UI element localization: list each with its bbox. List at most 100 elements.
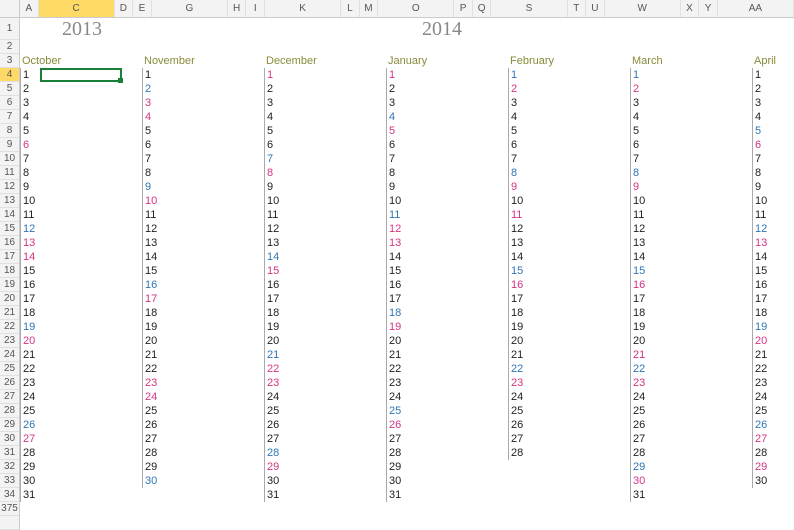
day-cell[interactable]: 16 <box>20 278 40 292</box>
row-header[interactable]: 29 <box>0 418 19 432</box>
day-cell[interactable]: 22 <box>142 362 162 376</box>
day-cell[interactable]: 25 <box>508 404 528 418</box>
day-cell[interactable]: 2 <box>752 82 772 96</box>
day-cell[interactable]: 10 <box>752 194 772 208</box>
day-cell[interactable]: 26 <box>630 418 650 432</box>
day-cell[interactable]: 19 <box>630 320 650 334</box>
column-header[interactable]: G <box>152 0 228 17</box>
day-cell[interactable]: 23 <box>20 376 40 390</box>
day-cell[interactable]: 16 <box>264 278 284 292</box>
day-cell[interactable]: 24 <box>752 390 772 404</box>
row-header[interactable]: 34 <box>0 488 19 502</box>
day-cell[interactable]: 19 <box>386 320 406 334</box>
row-header[interactable]: 19 <box>0 278 19 292</box>
day-cell[interactable]: 8 <box>630 166 650 180</box>
day-cell[interactable]: 31 <box>264 488 284 502</box>
day-cell[interactable]: 7 <box>20 152 40 166</box>
day-cell[interactable]: 5 <box>264 124 284 138</box>
day-cell[interactable]: 23 <box>142 376 162 390</box>
row-header[interactable]: 12 <box>0 180 19 194</box>
day-cell[interactable]: 10 <box>20 194 40 208</box>
day-cell[interactable]: 1 <box>20 68 40 82</box>
day-cell[interactable]: 11 <box>630 208 650 222</box>
day-cell[interactable]: 25 <box>142 404 162 418</box>
column-header[interactable]: L <box>341 0 360 17</box>
day-cell[interactable]: 9 <box>264 180 284 194</box>
day-cell[interactable]: 15 <box>264 264 284 278</box>
day-cell[interactable]: 12 <box>20 222 40 236</box>
day-cell[interactable]: 25 <box>630 404 650 418</box>
day-cell[interactable]: 22 <box>264 362 284 376</box>
day-cell[interactable]: 22 <box>20 362 40 376</box>
day-cell[interactable]: 16 <box>386 278 406 292</box>
day-cell[interactable]: 30 <box>264 474 284 488</box>
day-cell[interactable]: 2 <box>386 82 406 96</box>
column-header[interactable]: P <box>454 0 473 17</box>
day-cell[interactable]: 8 <box>264 166 284 180</box>
day-cell[interactable]: 20 <box>386 334 406 348</box>
day-cell[interactable]: 25 <box>264 404 284 418</box>
day-cell[interactable]: 11 <box>264 208 284 222</box>
day-cell[interactable]: 16 <box>630 278 650 292</box>
row-header[interactable]: 33 <box>0 474 19 488</box>
day-cell[interactable]: 6 <box>264 138 284 152</box>
day-cell[interactable]: 17 <box>630 292 650 306</box>
day-cell[interactable]: 8 <box>20 166 40 180</box>
day-cell[interactable]: 1 <box>630 68 650 82</box>
day-cell[interactable]: 20 <box>142 334 162 348</box>
row-header[interactable]: 4 <box>0 68 19 82</box>
row-header[interactable]: 27 <box>0 390 19 404</box>
day-cell[interactable]: 20 <box>20 334 40 348</box>
day-cell[interactable]: 15 <box>386 264 406 278</box>
row-header[interactable]: 1 <box>0 18 19 40</box>
day-cell[interactable]: 23 <box>508 376 528 390</box>
day-cell[interactable]: 22 <box>630 362 650 376</box>
day-cell[interactable]: 30 <box>142 474 162 488</box>
day-cell[interactable]: 2 <box>20 82 40 96</box>
day-cell[interactable]: 14 <box>630 250 650 264</box>
day-cell[interactable]: 27 <box>386 432 406 446</box>
day-cell[interactable]: 3 <box>508 96 528 110</box>
day-cell[interactable]: 22 <box>508 362 528 376</box>
day-cell[interactable]: 27 <box>142 432 162 446</box>
day-cell[interactable]: 1 <box>386 68 406 82</box>
day-cell[interactable]: 2 <box>264 82 284 96</box>
row-header[interactable]: 28 <box>0 404 19 418</box>
day-cell[interactable]: 1 <box>508 68 528 82</box>
day-cell[interactable]: 28 <box>508 446 528 460</box>
day-cell[interactable]: 15 <box>142 264 162 278</box>
day-cell[interactable]: 17 <box>386 292 406 306</box>
day-cell[interactable]: 29 <box>20 460 40 474</box>
day-cell[interactable]: 30 <box>20 474 40 488</box>
day-cell[interactable]: 7 <box>630 152 650 166</box>
day-cell[interactable]: 23 <box>752 376 772 390</box>
day-cell[interactable]: 30 <box>752 474 772 488</box>
day-cell[interactable]: 1 <box>752 68 772 82</box>
day-cell[interactable]: 14 <box>752 250 772 264</box>
day-cell[interactable]: 18 <box>20 306 40 320</box>
row-header[interactable]: 3 <box>0 54 19 68</box>
day-cell[interactable]: 5 <box>20 124 40 138</box>
day-cell[interactable]: 5 <box>630 124 650 138</box>
column-header[interactable]: M <box>360 0 379 17</box>
column-header[interactable]: O <box>378 0 454 17</box>
day-cell[interactable]: 25 <box>386 404 406 418</box>
day-cell[interactable]: 12 <box>264 222 284 236</box>
day-cell[interactable]: 21 <box>142 348 162 362</box>
day-cell[interactable]: 29 <box>630 460 650 474</box>
day-cell[interactable]: 30 <box>630 474 650 488</box>
row-header[interactable]: 24 <box>0 348 19 362</box>
day-cell[interactable]: 31 <box>386 488 406 502</box>
day-cell[interactable]: 8 <box>386 166 406 180</box>
day-cell[interactable]: 9 <box>630 180 650 194</box>
row-header[interactable]: 17 <box>0 250 19 264</box>
column-header[interactable]: U <box>586 0 605 17</box>
day-cell[interactable]: 13 <box>20 236 40 250</box>
day-cell[interactable]: 13 <box>386 236 406 250</box>
day-cell[interactable]: 8 <box>508 166 528 180</box>
day-cell[interactable]: 16 <box>508 278 528 292</box>
day-cell[interactable]: 12 <box>508 222 528 236</box>
row-header[interactable]: 20 <box>0 292 19 306</box>
day-cell[interactable]: 24 <box>20 390 40 404</box>
day-cell[interactable]: 18 <box>630 306 650 320</box>
